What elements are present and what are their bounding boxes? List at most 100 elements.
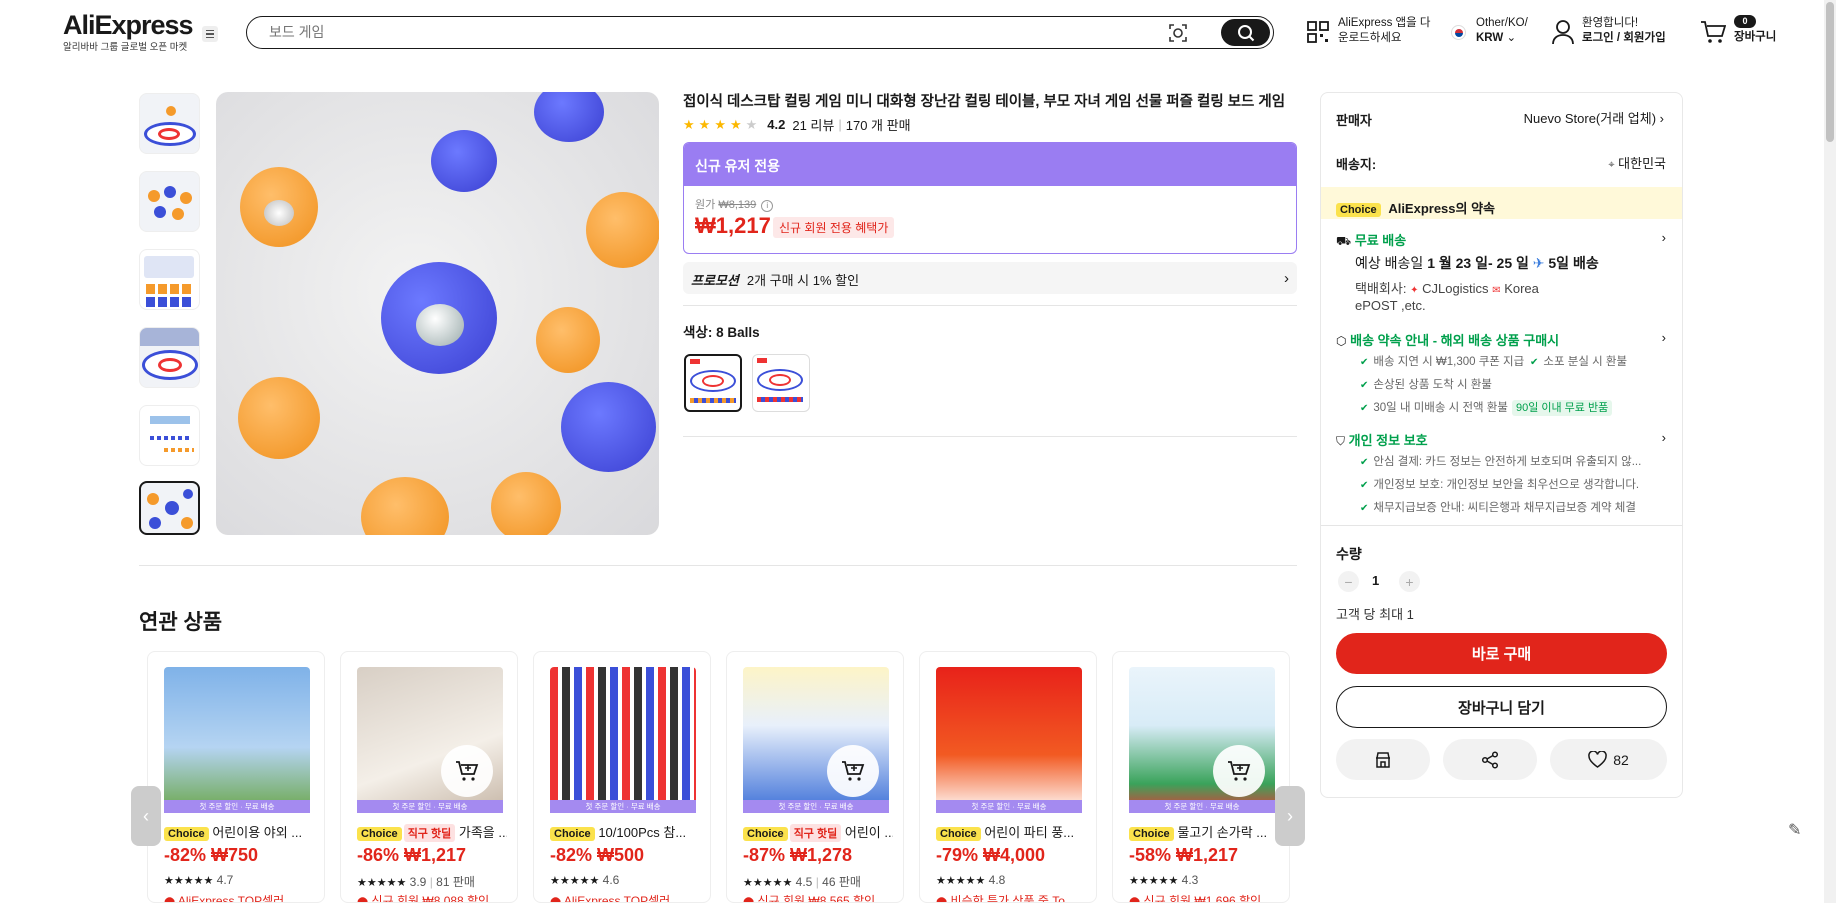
carrier-row: 택배회사: ✦ CJLogistics ✉ Korea <box>1355 278 1539 297</box>
quantity-value[interactable]: 1 <box>1372 573 1379 588</box>
related-product-card[interactable]: 첫 주문 할인 · 무료 배송 Choice 어린이 파티 풍... -79% ₩4… <box>919 651 1097 903</box>
color-label: 색상: 8 Balls <box>683 325 760 340</box>
related-product-card[interactable]: 첫 주문 할인 · 무료 배송 Choice 어린이용 야외 ... -82% ₩7… <box>147 651 325 903</box>
language-currency-selector[interactable]: Other/KO/ KRW ⌄ <box>1476 16 1528 46</box>
edit-feedback-icon[interactable]: ✎ <box>1788 820 1801 840</box>
seller-name: Nuevo Store(거래 업체) <box>1523 111 1657 126</box>
info-icon[interactable]: i <box>761 200 774 212</box>
search-icon <box>1237 24 1254 41</box>
shield-check-icon: ⛉ <box>1336 434 1346 448</box>
search-input[interactable] <box>269 24 1169 40</box>
related-product-name: Choice 10/100Pcs 참... <box>550 822 700 841</box>
store-button[interactable] <box>1336 739 1430 780</box>
thumbnail-6-selected[interactable] <box>139 481 200 535</box>
badge-icon: ⬤ <box>357 897 369 903</box>
guarantee-1: ✔ 배송 지연 시 ₩1,300 쿠폰 지급 <box>1360 356 1525 368</box>
chevron-right-icon: › <box>1287 805 1293 826</box>
chevron-right-icon: › <box>1661 230 1666 245</box>
promo-label: 프로모션 <box>691 273 739 288</box>
buy-now-button[interactable]: 바로 구매 <box>1336 633 1667 674</box>
share-button[interactable] <box>1443 739 1537 780</box>
truck-icon: ⛟ <box>1336 234 1352 248</box>
product-title: 접이식 데스크탑 컬링 게임 미니 대화형 장난감 컬링 테이블, 부모 자녀 … <box>683 94 1286 110</box>
wishlist-button[interactable]: 82 <box>1550 739 1667 780</box>
add-to-cart-icon[interactable] <box>827 745 879 797</box>
ship-to-value: 대한민국 <box>1618 156 1666 171</box>
quantity-decrease-button[interactable]: − <box>1338 571 1359 592</box>
related-product-price: -82% ₩750 <box>164 845 259 865</box>
guarantee-4: ✔ 30일 내 미배송 시 전액 환불 90일 이내 무료 반품 <box>1360 399 1613 416</box>
choice-tag: Choice <box>1336 203 1381 217</box>
thumbnail-4[interactable] <box>139 327 200 388</box>
review-count[interactable]: 21 리뷰 <box>792 115 834 134</box>
badge-icon: ⬤ <box>936 897 948 903</box>
main-product-image[interactable] <box>216 92 659 535</box>
badge-icon: ⬤ <box>550 897 562 903</box>
ship-to-selector[interactable]: ⌖ 대한민국 <box>1596 153 1666 172</box>
login-link[interactable]: 환영합니다! 로그인 / 회원가입 <box>1582 16 1666 46</box>
eta-row: 예상 배송일 1 월 23 일- 25 일 ✈ 5일 배송 <box>1355 253 1599 273</box>
related-product-image[interactable] <box>550 667 696 813</box>
carousel-next-button[interactable]: › <box>1275 786 1305 846</box>
related-product-image[interactable] <box>164 667 310 813</box>
related-product-card[interactable]: 첫 주문 할인 · 무료 배송 Choice 직구 핫딜 어린이 ... -87% ₩… <box>726 651 904 903</box>
thumbnail-3[interactable] <box>139 249 200 310</box>
add-to-cart-icon[interactable] <box>1213 745 1265 797</box>
wishlist-count: 82 <box>1613 751 1629 768</box>
star-icon: ★★★★★ <box>936 875 986 887</box>
app-download-icon[interactable] <box>1306 20 1330 49</box>
cart-icon[interactable] <box>1700 20 1727 49</box>
carousel-prev-button[interactable]: ‹ <box>131 786 161 846</box>
guarantee-2: ✔ 소포 분실 시 환불 <box>1530 356 1628 368</box>
product-rating-row: ★ ★ ★ ★ ★ 4.2 21 리뷰 | 170 개 판매 <box>683 115 911 134</box>
promotion-row[interactable]: 프로모션 2개 구매 시 1% 할인 › <box>683 262 1297 294</box>
camera-search-icon[interactable] <box>1168 23 1188 48</box>
hot-deal-tag: 직구 핫딜 <box>403 824 456 842</box>
app-download-link[interactable]: AliExpress 앱을 다 운로드하세요 <box>1338 16 1430 46</box>
related-product-image[interactable] <box>936 667 1082 813</box>
delivery-guide-row[interactable]: ⬡ 배송 약속 안내 - 해외 배송 상품 구매시 › <box>1336 330 1666 349</box>
user-icon[interactable] <box>1551 19 1575 50</box>
first-order-ribbon: 첫 주문 할인 · 무료 배송 <box>550 800 696 813</box>
quantity-increase-button[interactable]: + <box>1399 571 1420 592</box>
korea-flag-icon <box>1451 25 1466 40</box>
related-product-rating: ★★★★★ 4.3 <box>1129 873 1199 887</box>
related-product-rating: ★★★★★ 4.8 <box>936 873 1006 887</box>
privacy-row[interactable]: ⛉ 개인 정보 보호 › <box>1336 430 1666 449</box>
carrier-3: ePOST ,etc. <box>1355 298 1426 313</box>
color-option-8-balls[interactable] <box>684 354 742 412</box>
menu-icon[interactable] <box>202 26 218 42</box>
chevron-left-icon: ‹ <box>143 805 149 826</box>
search-button[interactable] <box>1221 19 1270 46</box>
star-icon: ★★★★★ <box>164 875 214 887</box>
eta-days: 5일 배송 <box>1548 255 1599 271</box>
thumbnail-5[interactable] <box>139 405 200 466</box>
add-to-cart-button[interactable]: 장바구니 담기 <box>1336 686 1667 728</box>
plane-icon: ✈ <box>1532 255 1545 271</box>
store-icon <box>1376 751 1390 768</box>
thumbnail-1[interactable] <box>139 93 200 154</box>
search-bar <box>246 16 1274 49</box>
quantity-max: 고객 당 최대 1 <box>1336 607 1414 622</box>
chevron-right-icon: › <box>1659 111 1664 126</box>
carrier-2: Korea <box>1504 281 1539 296</box>
logo[interactable]: AliExpress <box>63 10 194 41</box>
related-product-card[interactable]: 첫 주문 할인 · 무료 배송 Choice 물고기 손가락 ... -58% ₩1… <box>1112 651 1290 903</box>
cart-label[interactable]: 장바구니 <box>1734 30 1776 45</box>
related-product-card[interactable]: 첫 주문 할인 · 무료 배송 Choice 직구 핫딜 가족을 ... -86% ₩… <box>340 651 518 903</box>
star-icon: ★★★★★ <box>743 877 793 889</box>
badge-icon: ⬤ <box>164 897 176 903</box>
orig-price-value: ₩8,139 <box>718 199 757 211</box>
related-product-rating: ★★★★★ 3.9 | 81 판매 <box>357 875 475 889</box>
check-icon: ✔ <box>1360 403 1369 414</box>
quantity-label: 수량 <box>1336 546 1362 562</box>
seller-link[interactable]: Nuevo Store(거래 업체) › <box>1514 108 1664 127</box>
color-option-2[interactable] <box>752 354 810 412</box>
add-to-cart-icon[interactable] <box>441 745 493 797</box>
star-icon: ★★★★★ <box>1129 875 1179 887</box>
related-product-card[interactable]: 첫 주문 할인 · 무료 배송 Choice 10/100Pcs 참... -82%… <box>533 651 711 903</box>
scrollbar[interactable] <box>1824 0 1836 903</box>
thumbnail-2[interactable] <box>139 171 200 232</box>
chevron-right-icon: › <box>1661 430 1666 445</box>
free-shipping-row[interactable]: ⛟ 무료 배송 › <box>1336 230 1666 250</box>
